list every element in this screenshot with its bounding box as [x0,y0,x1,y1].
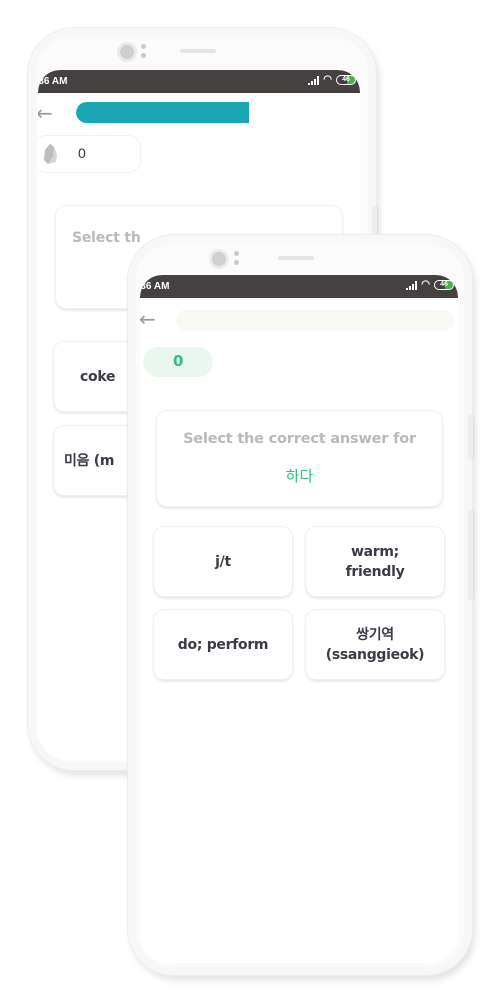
status-time: :36 AM [38,76,68,87]
progress-fill [76,102,249,123]
question-card: Select the correct answer for 하다 [157,411,442,506]
progress-bar [76,102,338,123]
battery-icon: 46 [336,75,356,85]
status-bar: :36 AM ◠ 46 [140,275,458,298]
question-prompt: Select the correct answer for [183,431,416,447]
side-button [468,510,473,600]
answer-option[interactable]: j/t [154,527,292,596]
front-screen: :36 AM ◠ 46 ← 0 Select the correct answe… [140,275,458,963]
back-arrow-icon[interactable]: ← [140,309,156,329]
gem-count: 0 [78,145,86,161]
signal-icon [406,280,418,290]
sensor-dot [234,251,239,256]
progress-bar [176,310,454,331]
answer-option[interactable]: 쌍기역 (ssanggieok) [306,610,444,679]
wifi-icon: ◠ [323,74,332,85]
question-prompt: Select th [72,230,141,246]
answer-option[interactable]: warm; friendly [306,527,444,596]
status-bar: :36 AM ◠ 46 [38,70,360,93]
score-value: 0 [173,352,184,370]
battery-icon: 46 [434,280,454,290]
sensor-dot [234,260,239,265]
gem-counter: 0 [38,136,140,172]
front-phone-frame: :36 AM ◠ 46 ← 0 Select the correct answe… [128,235,473,975]
side-button [468,415,473,460]
question-word: 하다 [285,467,314,485]
sensor-dot [141,44,146,49]
speaker-grille [278,256,314,260]
score-pill: 0 [143,347,213,377]
sensor-dot [141,53,146,58]
gem-stone-icon [44,144,57,164]
back-arrow-icon[interactable]: ← [38,103,53,123]
speaker-grille [180,49,216,53]
camera-icon [120,45,134,59]
signal-icon [308,75,320,85]
answer-option[interactable]: do; perform [154,610,292,679]
status-time: :36 AM [140,281,170,292]
wifi-icon: ◠ [421,279,430,290]
camera-icon [212,252,226,266]
